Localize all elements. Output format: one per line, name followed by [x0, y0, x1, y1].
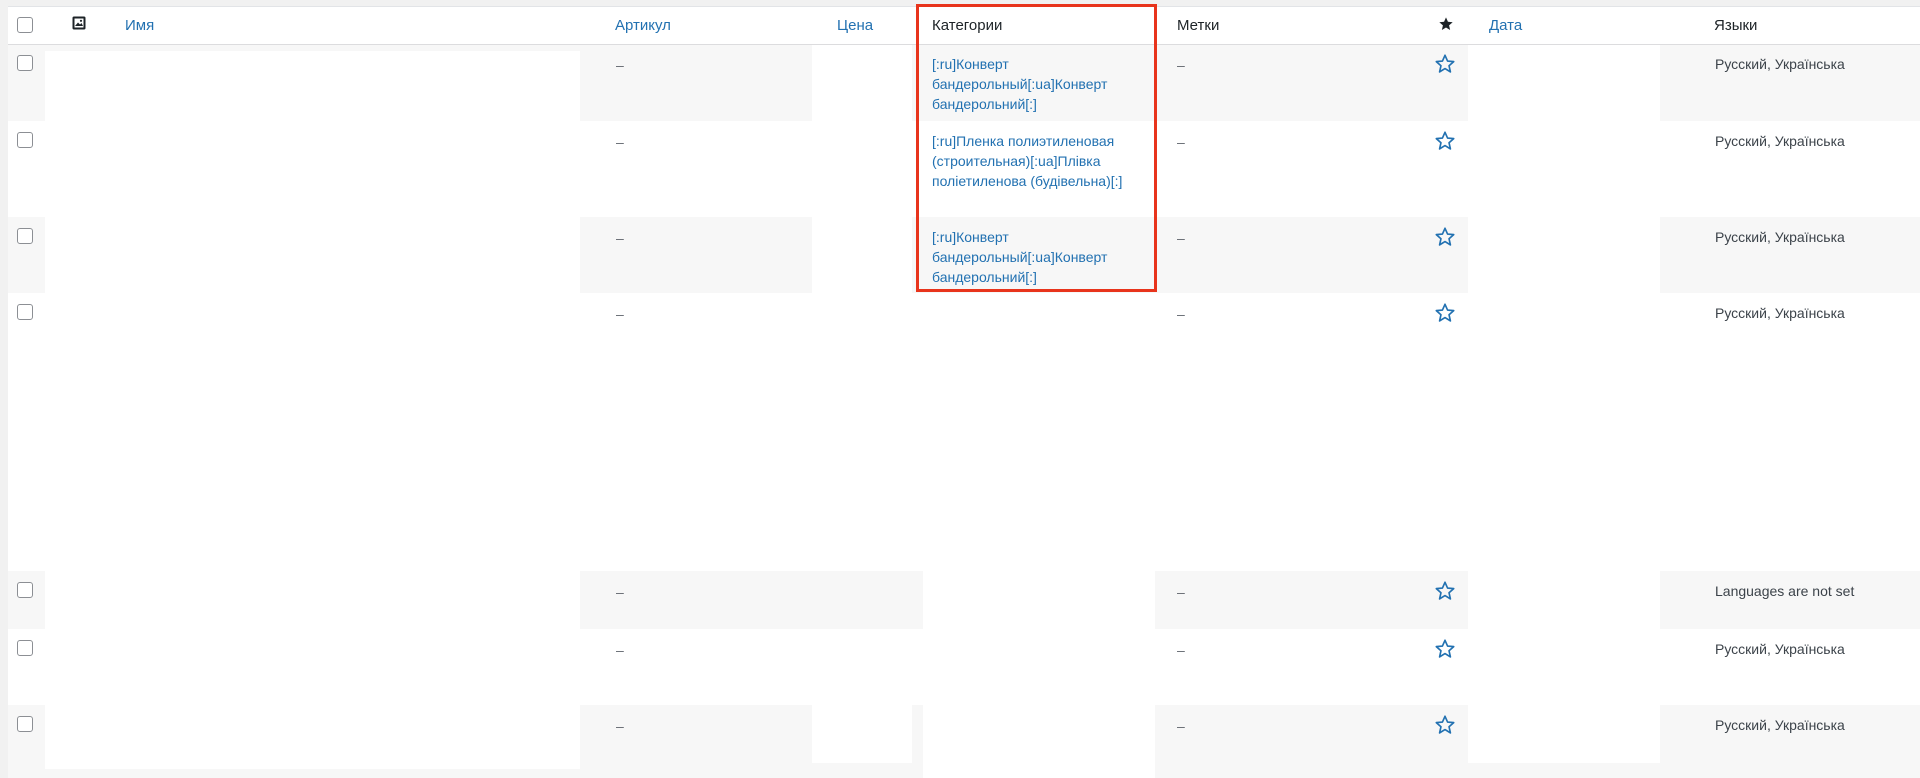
table-row: – [:ru]Конверт бандерольный[:ua]Конверт …	[8, 45, 1920, 121]
row-checkbox[interactable]	[17, 304, 33, 320]
category-link[interactable]: [:ru]Конверт бандерольный[:ua]Конверт ба…	[932, 227, 1132, 287]
tags-value: –	[1177, 57, 1185, 73]
table-row: – [:ru]Конверт бандерольный[:ua]Конверт …	[8, 217, 1920, 293]
star-outline-icon[interactable]	[1434, 226, 1456, 248]
category-link[interactable]: [:ru]Пленка полиэтиленовая (строительная…	[932, 131, 1132, 191]
languages-value: Русский, Українська	[1715, 56, 1845, 72]
redacted-date	[1468, 705, 1660, 763]
languages-value: Languages are not set	[1715, 583, 1855, 599]
star-outline-icon[interactable]	[1434, 130, 1456, 152]
redacted-category	[923, 571, 1155, 629]
column-price[interactable]: Цена	[837, 16, 873, 36]
redacted-name	[45, 571, 580, 629]
sku-value: –	[616, 230, 624, 246]
tags-value: –	[1177, 134, 1185, 150]
redacted-name	[45, 705, 580, 769]
table-row: – – Русский, Українська	[8, 629, 1920, 705]
redacted-name	[45, 217, 580, 293]
column-date[interactable]: Дата	[1489, 16, 1522, 36]
star-outline-icon[interactable]	[1434, 580, 1456, 602]
row-checkbox[interactable]	[17, 582, 33, 598]
tags-value: –	[1177, 584, 1185, 600]
star-outline-icon[interactable]	[1434, 638, 1456, 660]
products-table: Имя Артикул Цена Категории Метки Дата Яз…	[8, 4, 1920, 778]
redacted-date	[1468, 571, 1660, 629]
table-row: – – Русский, Українська	[8, 293, 1920, 571]
column-languages: Языки	[1714, 17, 1758, 34]
table-header: Имя Артикул Цена Категории Метки Дата Яз…	[8, 7, 1920, 45]
star-outline-icon[interactable]	[1434, 302, 1456, 324]
redacted-date	[1468, 45, 1660, 121]
row-checkbox[interactable]	[17, 55, 33, 71]
column-sku[interactable]: Артикул	[615, 16, 671, 36]
languages-value: Русский, Українська	[1715, 133, 1845, 149]
sku-value: –	[616, 718, 624, 734]
tags-value: –	[1177, 306, 1185, 322]
sku-value: –	[616, 57, 624, 73]
sku-value: –	[616, 134, 624, 150]
tags-value: –	[1177, 642, 1185, 658]
star-outline-icon[interactable]	[1434, 53, 1456, 75]
row-checkbox[interactable]	[17, 640, 33, 656]
redacted-date	[1468, 217, 1660, 293]
redacted-name	[45, 51, 580, 121]
row-checkbox[interactable]	[17, 132, 33, 148]
languages-value: Русский, Українська	[1715, 229, 1845, 245]
redacted-price	[812, 217, 912, 293]
star-outline-icon[interactable]	[1434, 714, 1456, 736]
column-tags: Метки	[1177, 17, 1220, 34]
sku-value: –	[616, 642, 624, 658]
languages-value: Русский, Українська	[1715, 305, 1845, 321]
star-filled-icon	[1438, 16, 1454, 32]
table-row: – – Русский, Українська	[8, 705, 1920, 778]
table-row: – [:ru]Пленка полиэтиленовая (строительн…	[8, 121, 1920, 217]
column-name[interactable]: Имя	[125, 16, 154, 36]
image-icon	[72, 16, 86, 30]
tags-value: –	[1177, 718, 1185, 734]
select-all-checkbox[interactable]	[17, 17, 33, 33]
redacted-price	[812, 45, 912, 121]
languages-value: Русский, Українська	[1715, 641, 1845, 657]
category-link[interactable]: [:ru]Конверт бандерольный[:ua]Конверт ба…	[932, 54, 1132, 114]
row-checkbox[interactable]	[17, 716, 33, 732]
sku-value: –	[616, 584, 624, 600]
sku-value: –	[616, 306, 624, 322]
table-row: – – Languages are not set	[8, 571, 1920, 629]
redacted-price	[812, 705, 912, 763]
languages-value: Русский, Українська	[1715, 717, 1845, 733]
column-categories: Категории	[932, 17, 1003, 34]
tags-value: –	[1177, 230, 1185, 246]
row-checkbox[interactable]	[17, 228, 33, 244]
redacted-category	[923, 705, 1155, 778]
